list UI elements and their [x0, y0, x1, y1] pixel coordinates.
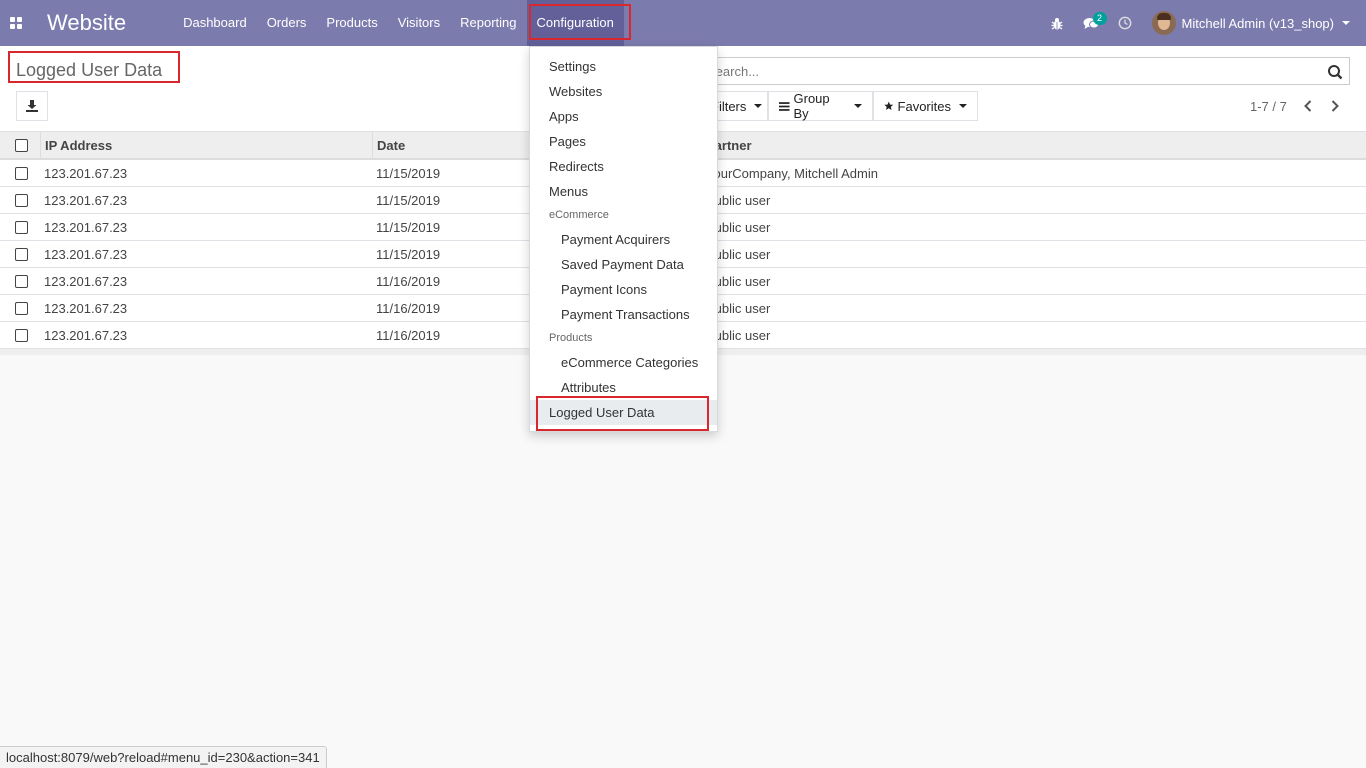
menu-item-menus[interactable]: Menus — [530, 179, 717, 204]
activity-clock-icon[interactable] — [1108, 0, 1142, 46]
menu-products[interactable]: Products — [316, 0, 387, 46]
cell-ip: 123.201.67.23 — [44, 301, 128, 316]
menu-orders[interactable]: Orders — [257, 0, 317, 46]
navbar-systray: 2 Mitchell Admin (v13_shop) — [1040, 0, 1366, 46]
star-icon — [884, 101, 894, 110]
cell-date: 11/16/2019 — [376, 328, 441, 343]
cell-ip: 123.201.67.23 — [44, 274, 128, 289]
top-navbar: Website Dashboard Orders Products Visito… — [0, 0, 1366, 46]
row-checkbox[interactable] — [15, 329, 28, 342]
row-checkbox[interactable] — [15, 221, 28, 234]
download-icon — [26, 100, 38, 112]
menu-item-payment-acquirers[interactable]: Payment Acquirers — [530, 227, 717, 252]
menu-item-payment-icons[interactable]: Payment Icons — [530, 277, 717, 302]
download-button[interactable] — [16, 91, 48, 121]
chevron-down-icon — [754, 104, 763, 108]
chevron-down-icon — [854, 104, 862, 108]
cell-partner: YourCompany, Mitchell Admin — [706, 166, 878, 181]
menu-item-apps[interactable]: Apps — [530, 104, 717, 129]
cell-date: 11/15/2019 — [376, 193, 441, 208]
chevron-down-icon — [959, 104, 967, 108]
search-box — [700, 57, 1350, 85]
chat-messages-icon[interactable]: 2 — [1074, 0, 1108, 46]
menu-item-saved-payment-data[interactable]: Saved Payment Data — [530, 252, 717, 277]
menu-item-websites[interactable]: Websites — [530, 79, 717, 104]
apps-grid-icon — [10, 17, 22, 29]
title-highlight-box — [8, 51, 180, 83]
menu-item-settings[interactable]: Settings — [530, 54, 717, 79]
chevron-left-icon — [1304, 100, 1312, 112]
favorites-button[interactable]: Favorites — [873, 91, 978, 121]
row-checkbox[interactable] — [15, 275, 28, 288]
cell-ip: 123.201.67.23 — [44, 328, 128, 343]
browser-status-url: localhost:8079/web?reload#menu_id=230&ac… — [0, 746, 327, 768]
section-header-ecommerce: eCommerce — [549, 209, 609, 221]
menu-dashboard[interactable]: Dashboard — [173, 0, 257, 46]
row-checkbox[interactable] — [15, 194, 28, 207]
avatar — [1151, 11, 1176, 35]
debug-bug-icon[interactable] — [1040, 0, 1074, 46]
cell-ip: 123.201.67.23 — [44, 220, 128, 235]
row-checkbox[interactable] — [15, 167, 28, 180]
menu-item-ecommerce-categories[interactable]: eCommerce Categories — [530, 350, 717, 375]
section-header-products: Products — [549, 332, 593, 344]
configuration-dropdown: Settings Websites Apps Pages Redirects M… — [529, 46, 718, 432]
menu-item-redirects[interactable]: Redirects — [530, 154, 717, 179]
column-ip-address[interactable]: IP Address — [45, 132, 112, 160]
group-by-button[interactable]: Group By — [768, 91, 873, 121]
menu-item-payment-transactions[interactable]: Payment Transactions — [530, 302, 717, 327]
chevron-right-icon — [1331, 100, 1339, 112]
user-menu[interactable]: Mitchell Admin (v13_shop) — [1142, 0, 1366, 46]
menu-item-pages[interactable]: Pages — [530, 129, 717, 154]
pager-value[interactable]: 1-7 / 7 — [1250, 99, 1287, 114]
cell-date: 11/15/2019 — [376, 166, 441, 181]
configuration-highlight-box — [529, 4, 631, 40]
app-brand[interactable]: Website — [47, 10, 126, 36]
menu-visitors[interactable]: Visitors — [388, 0, 450, 46]
chat-count-badge: 2 — [1092, 12, 1107, 25]
list-icon — [779, 101, 790, 111]
cell-date: 11/15/2019 — [376, 220, 441, 235]
chevron-down-icon — [1342, 21, 1350, 25]
cell-ip: 123.201.67.23 — [44, 247, 128, 262]
search-input[interactable] — [707, 58, 1307, 84]
user-name: Mitchell Admin (v13_shop) — [1181, 15, 1334, 31]
search-icon[interactable] — [1327, 64, 1343, 80]
cell-ip: 123.201.67.23 — [44, 166, 128, 181]
pager-previous-button[interactable] — [1299, 96, 1317, 116]
row-checkbox[interactable] — [15, 302, 28, 315]
group-by-label: Group By — [793, 91, 830, 121]
apps-menu-button[interactable] — [0, 0, 32, 46]
cell-date: 11/16/2019 — [376, 274, 441, 289]
cell-date: 11/15/2019 — [376, 247, 441, 262]
cell-date: 11/16/2019 — [376, 301, 441, 316]
favorites-label: Favorites — [897, 98, 951, 114]
select-all-checkbox[interactable] — [15, 139, 28, 152]
row-checkbox[interactable] — [15, 248, 28, 261]
menu-reporting[interactable]: Reporting — [450, 0, 526, 46]
column-date[interactable]: Date — [377, 132, 405, 160]
logged-user-data-highlight-box — [536, 396, 709, 431]
pager-next-button[interactable] — [1326, 96, 1344, 116]
cell-ip: 123.201.67.23 — [44, 193, 128, 208]
